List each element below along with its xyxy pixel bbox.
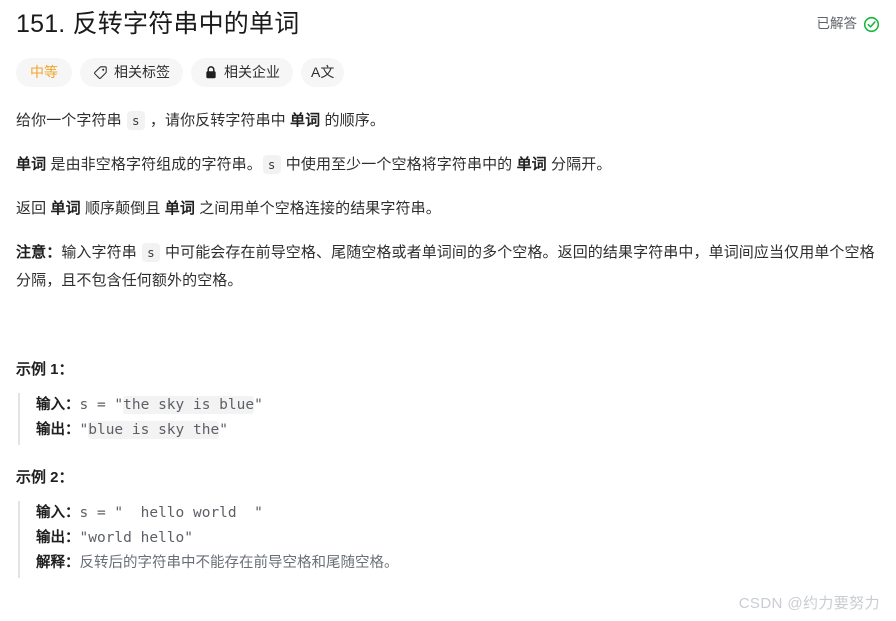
example-1-output-suffix: "	[219, 422, 228, 438]
p3-text-1: 返回	[16, 200, 51, 217]
example-2: 示例 2： 输入：s = " hello world " 输出："world h…	[16, 467, 880, 578]
description-paragraph-3: 返回 单词 顺序颠倒且 单词 之间用单个空格连接的结果字符串。	[16, 195, 880, 223]
examples-section: 示例 1： 输入：s = "the sky is blue" 输出："blue …	[16, 359, 880, 578]
p1-text-3: 的顺序。	[320, 112, 385, 129]
example-2-body: 输入：s = " hello world " 输出："world hello" …	[18, 501, 880, 578]
tag-row: 中等 相关标签 相关企业 A文	[16, 58, 880, 87]
p2-text-2: 中使用至少一个空格将字符串中的	[281, 156, 517, 173]
p1-bold-word: 单词	[290, 112, 321, 129]
p3-bold-word-1: 单词	[50, 200, 81, 217]
related-topics-button[interactable]: 相关标签	[80, 58, 183, 87]
example-2-explain-line: 解释：反转后的字符串中不能存在前导空格和尾随空格。	[36, 551, 880, 576]
problem-description: 给你一个字符串 s ，请你反转字符串中 单词 的顺序。 单词 是由非空格字符组成…	[16, 107, 880, 295]
lock-icon	[206, 66, 216, 79]
watermark: CSDN @约力要努力	[738, 595, 880, 612]
example-2-explain-label: 解释：	[36, 555, 80, 571]
example-2-explain-text: 反转后的字符串中不能存在前导空格和尾随空格。	[79, 555, 399, 571]
example-1-input-value: the sky is blue	[123, 396, 255, 414]
note-label: 注意：	[16, 244, 62, 261]
p3-text-3: 之间用单个空格连接的结果字符串。	[194, 200, 441, 217]
example-1-title: 示例 1：	[16, 361, 74, 378]
example-1-output-value: blue is sky the	[88, 421, 220, 439]
example-2-input-text: s = " hello world "	[79, 505, 263, 521]
description-paragraph-2: 单词 是由非空格字符组成的字符串。 s 中使用至少一个空格将字符串中的 单词 分隔…	[16, 151, 880, 179]
p1-text-2: ，请你反转字符串中	[145, 112, 291, 129]
translate-button[interactable]: A文	[301, 58, 345, 87]
related-topics-label: 相关标签	[114, 64, 170, 80]
difficulty-badge[interactable]: 中等	[16, 58, 72, 87]
status-label: 已解答	[816, 16, 858, 31]
example-1-input-prefix: s = "	[79, 397, 124, 413]
p1-text-1: 给你一个字符串	[16, 112, 126, 129]
example-2-title: 示例 2：	[16, 469, 74, 486]
p2-text-3: 分隔开。	[546, 156, 612, 173]
example-1-input-label: 输入：	[36, 397, 80, 413]
related-companies-button[interactable]: 相关企业	[191, 58, 293, 87]
description-note: 注意：输入字符串 s 中可能会存在前导空格、尾随空格或者单词间的多个空格。返回的…	[16, 239, 880, 295]
note-text-1: 输入字符串	[61, 244, 142, 261]
p3-bold-word-2: 单词	[164, 200, 195, 217]
status-badge: 已解答	[817, 6, 881, 33]
translate-icon: A文	[311, 64, 335, 80]
example-2-output-line: 输出："world hello"	[36, 526, 880, 551]
example-2-input-line: 输入：s = " hello world "	[36, 501, 880, 526]
related-companies-label: 相关企业	[224, 64, 280, 80]
problem-page: 151. 反转字符串中的单词 已解答 中等 相关标签 相关企业 A文 给你一个字…	[0, 0, 896, 621]
example-2-input-label: 输入：	[36, 505, 80, 521]
p2-code-s: s	[262, 155, 281, 174]
example-2-output-text: "world hello"	[79, 530, 194, 546]
difficulty-label: 中等	[30, 64, 58, 80]
example-1-output-prefix: "	[79, 422, 89, 438]
example-1-output-label: 输出：	[36, 422, 80, 438]
example-1-output-line: 输出："blue is sky the"	[36, 418, 880, 443]
check-circle-icon	[863, 16, 880, 32]
p1-code-s: s	[126, 111, 145, 130]
problem-header: 151. 反转字符串中的单词 已解答	[16, 0, 880, 42]
description-paragraph-1: 给你一个字符串 s ，请你反转字符串中 单词 的顺序。	[16, 107, 880, 135]
example-1-input-line: 输入：s = "the sky is blue"	[36, 393, 880, 418]
example-2-output-label: 输出：	[36, 530, 80, 546]
p3-text-2: 顺序颠倒且	[80, 200, 165, 217]
example-1: 示例 1： 输入：s = "the sky is blue" 输出："blue …	[16, 359, 880, 445]
p2-bold-word-2: 单词	[516, 156, 547, 173]
example-1-body: 输入：s = "the sky is blue" 输出："blue is sky…	[18, 393, 880, 445]
page-title: 151. 反转字符串中的单词	[16, 10, 300, 38]
example-1-input-suffix: "	[254, 397, 263, 413]
note-code-s: s	[142, 243, 160, 262]
p2-text-1: 是由非空格字符组成的字符串。	[46, 156, 262, 173]
tag-icon	[94, 66, 107, 79]
p2-bold-word-1: 单词	[16, 156, 47, 173]
